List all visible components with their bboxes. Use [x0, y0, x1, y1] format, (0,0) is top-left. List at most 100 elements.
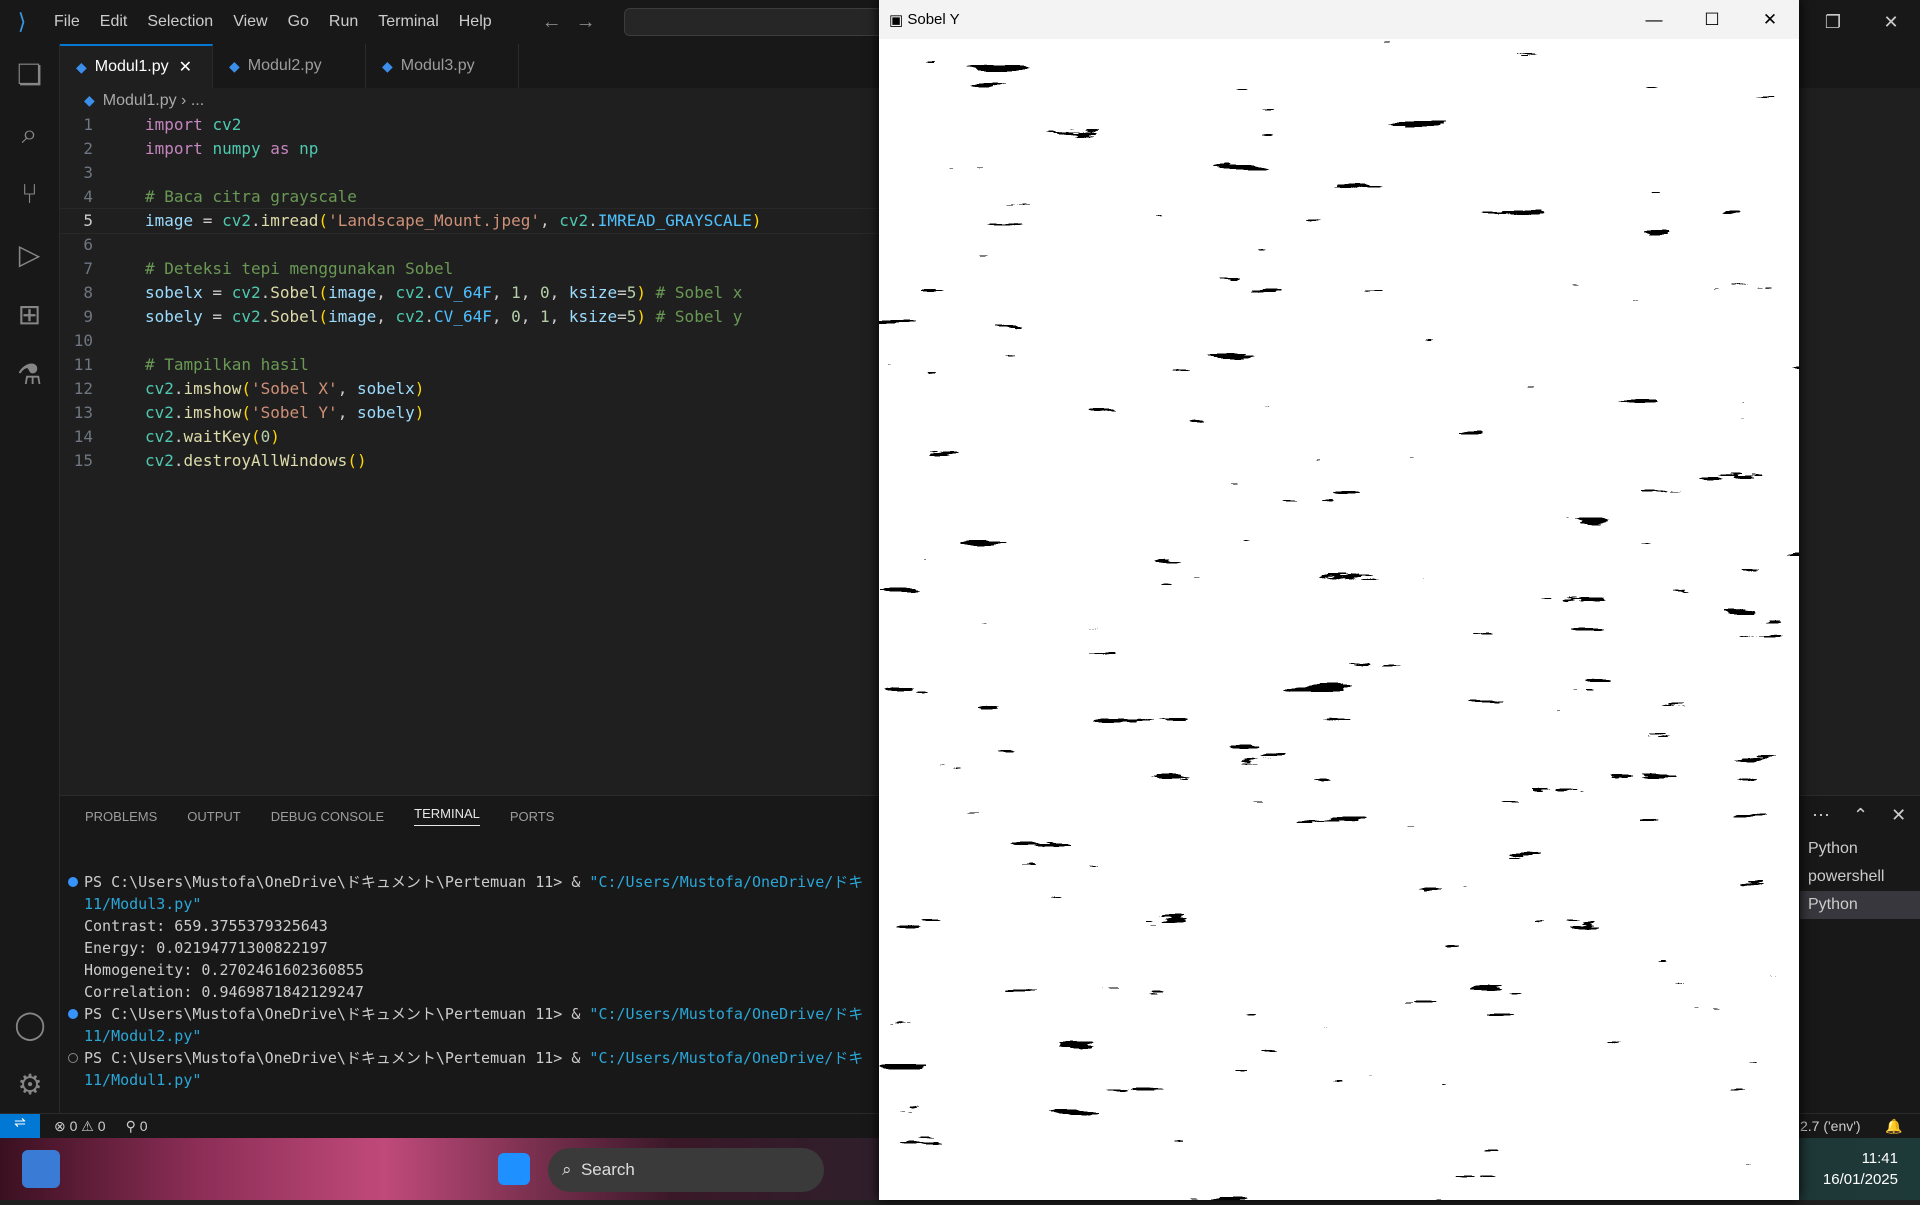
output-line: Correlation: 0.9469871842129247	[84, 983, 364, 1001]
line-number: 9	[83, 307, 93, 326]
explorer-icon[interactable]: ❏	[0, 44, 59, 104]
command-status-dot	[68, 1009, 78, 1019]
output-line: Energy: 0.02194771300822197	[84, 939, 328, 957]
terminal-command: 11/Modul3.py"	[84, 895, 202, 913]
start-windows-icon[interactable]	[498, 1153, 530, 1185]
menu-run[interactable]: Run	[329, 13, 358, 30]
breadcrumb[interactable]: ◆ Modul1.py › ...	[84, 92, 204, 110]
error-count: 0	[69, 1117, 78, 1134]
terminal-item[interactable]: Python	[1800, 835, 1920, 863]
activity-bar: ❏ ⌕ ⑂ ▷ ⊞ ⚗ ◯ ⚙	[0, 44, 60, 1113]
notifications-bell-icon[interactable]: 🔔	[1885, 1118, 1902, 1135]
terminal-list: Python powershell Python	[1800, 835, 1920, 919]
line-number: 11	[73, 355, 93, 374]
tab-output[interactable]: OUTPUT	[187, 809, 240, 824]
line-number: 14	[73, 427, 93, 446]
tab-label: Modul2.py	[247, 57, 322, 74]
account-icon[interactable]: ◯	[0, 994, 60, 1054]
command-status-dot	[68, 877, 78, 887]
testing-icon[interactable]: ⚗	[0, 344, 59, 404]
menu-go[interactable]: Go	[288, 13, 309, 30]
output-line: Homogeneity: 0.2702461602360855	[84, 961, 364, 979]
terminal-item[interactable]: powershell	[1800, 863, 1920, 891]
settings-gear-icon[interactable]: ⚙	[0, 1054, 60, 1114]
menu-selection[interactable]: Selection	[147, 13, 213, 30]
terminal-command: 11/Modul2.py"	[84, 1027, 202, 1045]
breadcrumb-file[interactable]: Modul1.py	[103, 92, 177, 109]
tab-debug-console[interactable]: DEBUG CONSOLE	[271, 809, 384, 824]
python-file-icon: ◆	[84, 92, 95, 108]
source-control-icon[interactable]: ⑂	[0, 164, 59, 224]
command-status-dot	[68, 1053, 78, 1063]
more-icon[interactable]: ⋯	[1812, 805, 1830, 825]
system-clock[interactable]: 11:41 16/01/2025	[1823, 1148, 1898, 1190]
tab-terminal[interactable]: TERMINAL	[414, 806, 480, 826]
vscode-logo-icon: ⟩	[17, 9, 27, 34]
python-env-status[interactable]: 2.7 ('env')	[1800, 1118, 1861, 1134]
search-icon[interactable]: ⌕	[0, 104, 59, 164]
tab-modul3[interactable]: ◆ Modul3.py	[366, 44, 519, 88]
line-number: 10	[73, 331, 93, 350]
line-number: 15	[73, 451, 93, 470]
python-file-icon: ◆	[76, 58, 87, 75]
terminal-item[interactable]: Python	[1800, 891, 1920, 919]
close-tab-icon[interactable]: ✕	[179, 57, 192, 77]
maximize-icon[interactable]: ☐	[1683, 10, 1741, 30]
sobel-window-titlebar[interactable]: ▣ Sobel Y — ☐ ✕	[879, 0, 1799, 39]
terminal-prompt: PS C:\Users\Mustofa\OneDrive\ドキュメント\Pert…	[84, 873, 590, 891]
menu-help[interactable]: Help	[459, 13, 492, 30]
close-panel-icon[interactable]: ✕	[1891, 805, 1906, 825]
close-icon[interactable]: ✕	[1741, 10, 1799, 30]
menu-edit[interactable]: Edit	[100, 13, 128, 30]
line-number: 7	[83, 259, 93, 278]
maximize-panel-icon[interactable]: ⌃	[1853, 805, 1868, 825]
python-file-icon: ◆	[229, 57, 240, 74]
taskbar-search[interactable]: ⌕ Search	[548, 1148, 824, 1192]
ports-status[interactable]: ⚲ 0	[126, 1118, 148, 1135]
clock-time: 11:41	[1861, 1150, 1898, 1167]
menu-file[interactable]: File	[54, 13, 80, 30]
line-number: 1	[83, 115, 93, 134]
line-number: 13	[73, 403, 93, 422]
code-editor[interactable]: 1 import cv2 2 import numpy as np 3 4 # Bac…	[59, 113, 881, 473]
minimize-icon[interactable]: —	[1625, 10, 1683, 30]
run-debug-icon[interactable]: ▷	[0, 224, 59, 284]
breadcrumb-symbol[interactable]: ...	[191, 92, 204, 109]
output-line: Contrast: 659.3755379325643	[84, 917, 328, 935]
menu-terminal[interactable]: Terminal	[378, 13, 438, 30]
line-number: 12	[73, 379, 93, 398]
window-app-icon: ▣	[889, 11, 908, 29]
restore-icon[interactable]: ❐	[1804, 12, 1862, 33]
panel-controls: ⋯ ⌃ ✕	[1812, 805, 1906, 826]
tab-modul2[interactable]: ◆ Modul2.py	[213, 44, 366, 88]
ports-count: 0	[139, 1117, 148, 1134]
menu-view[interactable]: View	[233, 13, 267, 30]
search-label: Search	[580, 1160, 635, 1179]
clock-date: 16/01/2025	[1822, 1171, 1898, 1188]
extensions-icon[interactable]: ⊞	[0, 284, 59, 344]
line-number: 6	[83, 235, 93, 254]
terminal-command: 11/Modul1.py"	[84, 1071, 202, 1089]
problems-status[interactable]: ⊗ 0 ⚠ 0	[54, 1118, 106, 1135]
window-title: Sobel Y	[907, 11, 960, 28]
sobel-y-window: ▣ Sobel Y — ☐ ✕	[879, 0, 1799, 1200]
tab-label: Modul1.py	[94, 58, 169, 75]
terminal-prompt: PS C:\Users\Mustofa\OneDrive\ドキュメント\Pert…	[84, 1049, 590, 1067]
line-number: 5	[83, 211, 93, 230]
tab-modul1[interactable]: ◆ Modul1.py ✕	[60, 44, 213, 88]
terminal-output[interactable]: PS C:\Users\Mustofa\OneDrive\ドキュメント\Pert…	[68, 871, 864, 1091]
warning-count: 0	[97, 1117, 106, 1134]
line-number: 3	[83, 163, 93, 182]
terminal-command: "C:/Users/Mustofa/OneDrive/ドキ	[589, 1005, 864, 1023]
close-icon[interactable]: ✕	[1862, 12, 1920, 33]
widgets-icon[interactable]	[22, 1150, 60, 1188]
remote-icon[interactable]: ⇌	[0, 1113, 40, 1139]
tab-label: Modul3.py	[400, 57, 475, 74]
tab-problems[interactable]: PROBLEMS	[85, 809, 157, 824]
line-number: 4	[83, 187, 93, 206]
menu-bar: File Edit Selection View Go Run Terminal Help	[44, 13, 502, 31]
tab-ports[interactable]: PORTS	[510, 809, 555, 824]
window-controls: ❐ ✕	[1804, 0, 1920, 44]
line-number: 2	[83, 139, 93, 158]
nav-back-forward-icon[interactable]: ←→	[542, 11, 610, 34]
